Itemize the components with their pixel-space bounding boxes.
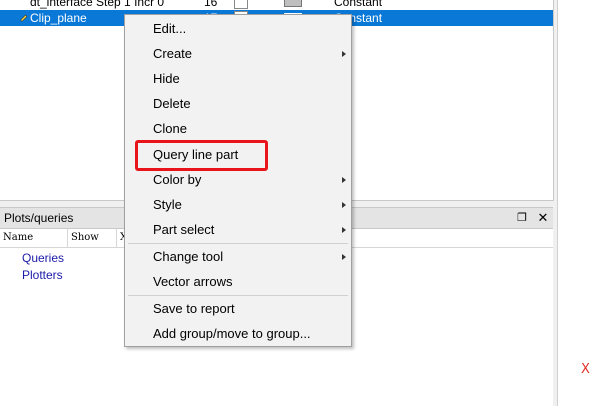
menu-item-edit[interactable]: Edit... bbox=[126, 18, 350, 40]
column-divider[interactable] bbox=[67, 229, 68, 247]
menu-item-save-to-report[interactable]: Save to report bbox=[126, 298, 350, 320]
tree-item-queries[interactable]: Queries bbox=[22, 251, 64, 265]
menu-item-label: Color by bbox=[153, 172, 202, 187]
menu-item-part-select[interactable]: Part select bbox=[126, 219, 350, 241]
menu-item-label: Style bbox=[153, 197, 182, 212]
pencil-icon bbox=[20, 14, 28, 22]
part-color-swatch[interactable] bbox=[284, 0, 302, 7]
highlight-annotation bbox=[135, 140, 268, 171]
column-name[interactable]: Name bbox=[3, 232, 33, 243]
menu-item-delete[interactable]: Delete bbox=[126, 93, 350, 115]
context-menu: Edit... Create Hide Delete Clone Query l… bbox=[124, 14, 352, 347]
menu-item-label: Delete bbox=[153, 96, 191, 111]
menu-item-style[interactable]: Style bbox=[126, 194, 350, 216]
menu-item-label: Save to report bbox=[153, 301, 235, 316]
menu-item-vector-arrows[interactable]: Vector arrows bbox=[126, 271, 350, 293]
menu-item-add-group[interactable]: Add group/move to group... bbox=[126, 323, 350, 345]
menu-separator bbox=[128, 295, 348, 296]
submenu-arrow-icon bbox=[342, 227, 346, 233]
restore-icon[interactable]: ❐ bbox=[514, 210, 530, 226]
part-name: dt_interface Step 1 Incr 0 bbox=[30, 0, 165, 9]
menu-item-label: Edit... bbox=[153, 21, 187, 36]
menu-separator bbox=[128, 243, 348, 244]
submenu-arrow-icon bbox=[342, 254, 346, 260]
menu-item-color-by[interactable]: Color by bbox=[126, 169, 350, 191]
part-visible-checkbox[interactable] bbox=[234, 0, 248, 9]
close-icon[interactable]: ✕ bbox=[535, 210, 551, 226]
menu-item-label: Add group/move to group... bbox=[153, 326, 311, 341]
menu-item-label: Vector arrows bbox=[153, 274, 233, 289]
part-id: 16 bbox=[204, 0, 218, 9]
menu-item-label: Create bbox=[153, 46, 193, 61]
axis-triad-x-label: X bbox=[581, 362, 590, 377]
column-divider[interactable] bbox=[116, 229, 117, 247]
menu-item-create[interactable]: Create bbox=[126, 43, 350, 65]
graphics-viewport[interactable] bbox=[557, 0, 594, 406]
part-color-mode: Constant bbox=[334, 0, 383, 9]
menu-item-label: Change tool bbox=[153, 249, 224, 264]
panel-title: Plots/queries bbox=[4, 211, 74, 225]
part-name: Clip_plane bbox=[30, 11, 87, 25]
tree-item-plotters[interactable]: Plotters bbox=[22, 268, 63, 282]
submenu-arrow-icon bbox=[342, 177, 346, 183]
part-row-dt-interface[interactable]: dt_interface Step 1 Incr 0 16 Constant bbox=[0, 0, 553, 10]
menu-item-label: Part select bbox=[153, 222, 215, 237]
column-show[interactable]: Show bbox=[71, 232, 99, 243]
submenu-arrow-icon bbox=[342, 51, 346, 57]
menu-item-clone[interactable]: Clone bbox=[126, 118, 350, 140]
menu-item-label: Clone bbox=[153, 121, 187, 136]
submenu-arrow-icon bbox=[342, 202, 346, 208]
menu-item-change-tool[interactable]: Change tool bbox=[126, 246, 350, 268]
menu-item-label: Hide bbox=[153, 71, 180, 86]
menu-item-hide[interactable]: Hide bbox=[126, 68, 350, 90]
